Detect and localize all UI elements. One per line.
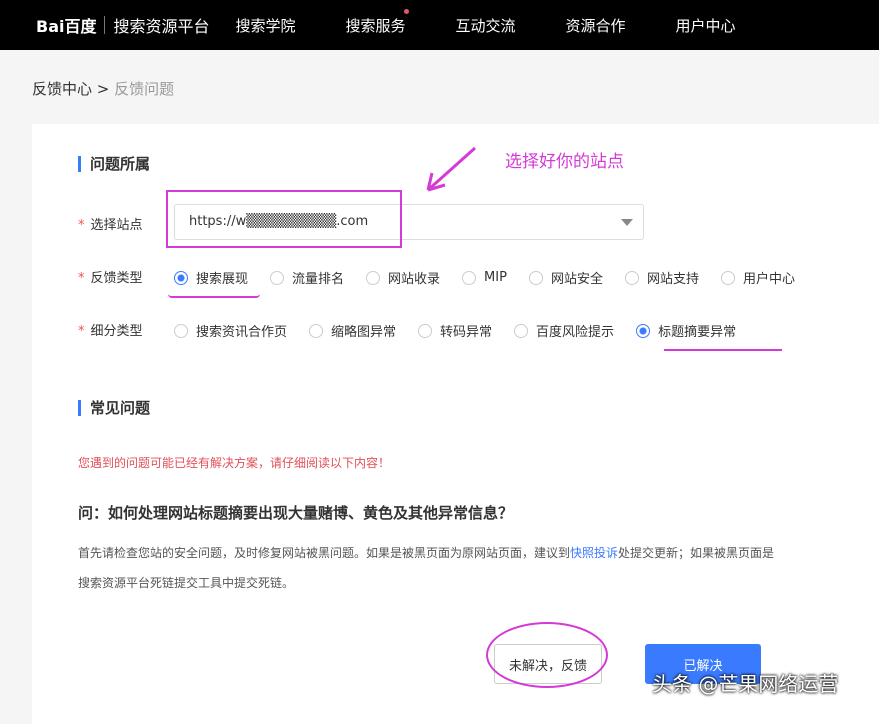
notification-dot <box>404 9 409 14</box>
annotation-arrow-icon <box>420 145 480 195</box>
type-radio[interactable]: 网站支持 <box>625 268 699 287</box>
type-radio[interactable]: 网站安全 <box>529 268 603 287</box>
nav-label: 搜索服务 <box>346 17 406 35</box>
faq-title: 常见问题 <box>78 400 150 416</box>
type-radio[interactable]: 流量排名 <box>270 268 344 287</box>
type-radio[interactable]: 用户中心 <box>721 268 795 287</box>
snapshot-complaint-link[interactable]: 快照投诉 <box>570 546 618 560</box>
baidu-logo[interactable]: Bai百度搜索资源平台 <box>36 13 210 37</box>
nav-item-academy[interactable]: 搜索学院 <box>236 15 346 36</box>
nav-item-user-center[interactable]: 用户中心 <box>676 15 786 36</box>
faq-answer-line2: 搜索资源平台死链提交工具中提交死链。 <box>78 574 294 591</box>
breadcrumb: 反馈中心 > 反馈问题 <box>32 78 174 99</box>
section-title: 问题所属 <box>78 156 150 172</box>
annotation-circle <box>486 622 608 688</box>
nav-item-interaction[interactable]: 互动交流 <box>456 15 566 36</box>
type-radio[interactable]: MIP <box>462 268 507 287</box>
subtype-radio[interactable]: 转码异常 <box>418 321 492 340</box>
type-label: *反馈类型 <box>78 267 143 286</box>
breadcrumb-current: 反馈问题 <box>114 80 174 98</box>
type-radio[interactable]: 搜索展现 <box>174 268 248 287</box>
breadcrumb-separator: > <box>97 80 110 98</box>
site-label: *选择站点 <box>78 214 143 233</box>
annotation-underline <box>664 348 782 351</box>
feedback-card: 问题所属 *选择站点 https://w▒▒▒▒▒▒▒▒▒.com *反馈类型 … <box>32 124 879 724</box>
type-radio-group: 搜索展现 流量排名 网站收录 MIP 网站安全 网站支持 用户中心 <box>174 268 817 287</box>
faq-answer: 首先请检查您站的安全问题，及时修复网站被黑问题。如果是被黑页面为原网站页面，建议… <box>78 544 774 561</box>
watermark: 头条 @芒果网络运营 <box>652 668 838 697</box>
subtype-radio[interactable]: 缩略图异常 <box>309 321 396 340</box>
faq-warning: 您遇到的问题可能已经有解决方案，请仔细阅读以下内容！ <box>78 454 390 471</box>
chevron-down-icon <box>621 219 633 232</box>
logo-text: Bai百度 <box>36 13 96 37</box>
divider <box>104 16 105 34</box>
nav-item-services[interactable]: 搜索服务 <box>346 15 456 36</box>
breadcrumb-parent[interactable]: 反馈中心 <box>32 80 92 98</box>
platform-name: 搜索资源平台 <box>113 13 209 37</box>
subtype-radio[interactable]: 百度风险提示 <box>514 321 614 340</box>
subtype-label: *细分类型 <box>78 320 143 339</box>
faq-question: 问：如何处理网站标题摘要出现大量赌博、黄色及其他异常信息？ <box>78 502 513 523</box>
subtype-radio[interactable]: 搜索资讯合作页 <box>174 321 287 340</box>
annotation-underline <box>168 294 260 298</box>
annotation-box <box>166 190 402 248</box>
main-nav: 搜索学院 搜索服务 互动交流 资源合作 用户中心 <box>236 15 786 36</box>
subtype-radio-group: 搜索资讯合作页 缩略图异常 转码异常 百度风险提示 标题摘要异常 <box>174 321 758 340</box>
annotation-note: 选择好你的站点 <box>505 147 624 172</box>
top-nav-bar: Bai百度搜索资源平台 搜索学院 搜索服务 互动交流 资源合作 用户中心 <box>0 0 879 50</box>
nav-item-cooperation[interactable]: 资源合作 <box>566 15 676 36</box>
type-radio[interactable]: 网站收录 <box>366 268 440 287</box>
subtype-radio[interactable]: 标题摘要异常 <box>636 321 736 340</box>
